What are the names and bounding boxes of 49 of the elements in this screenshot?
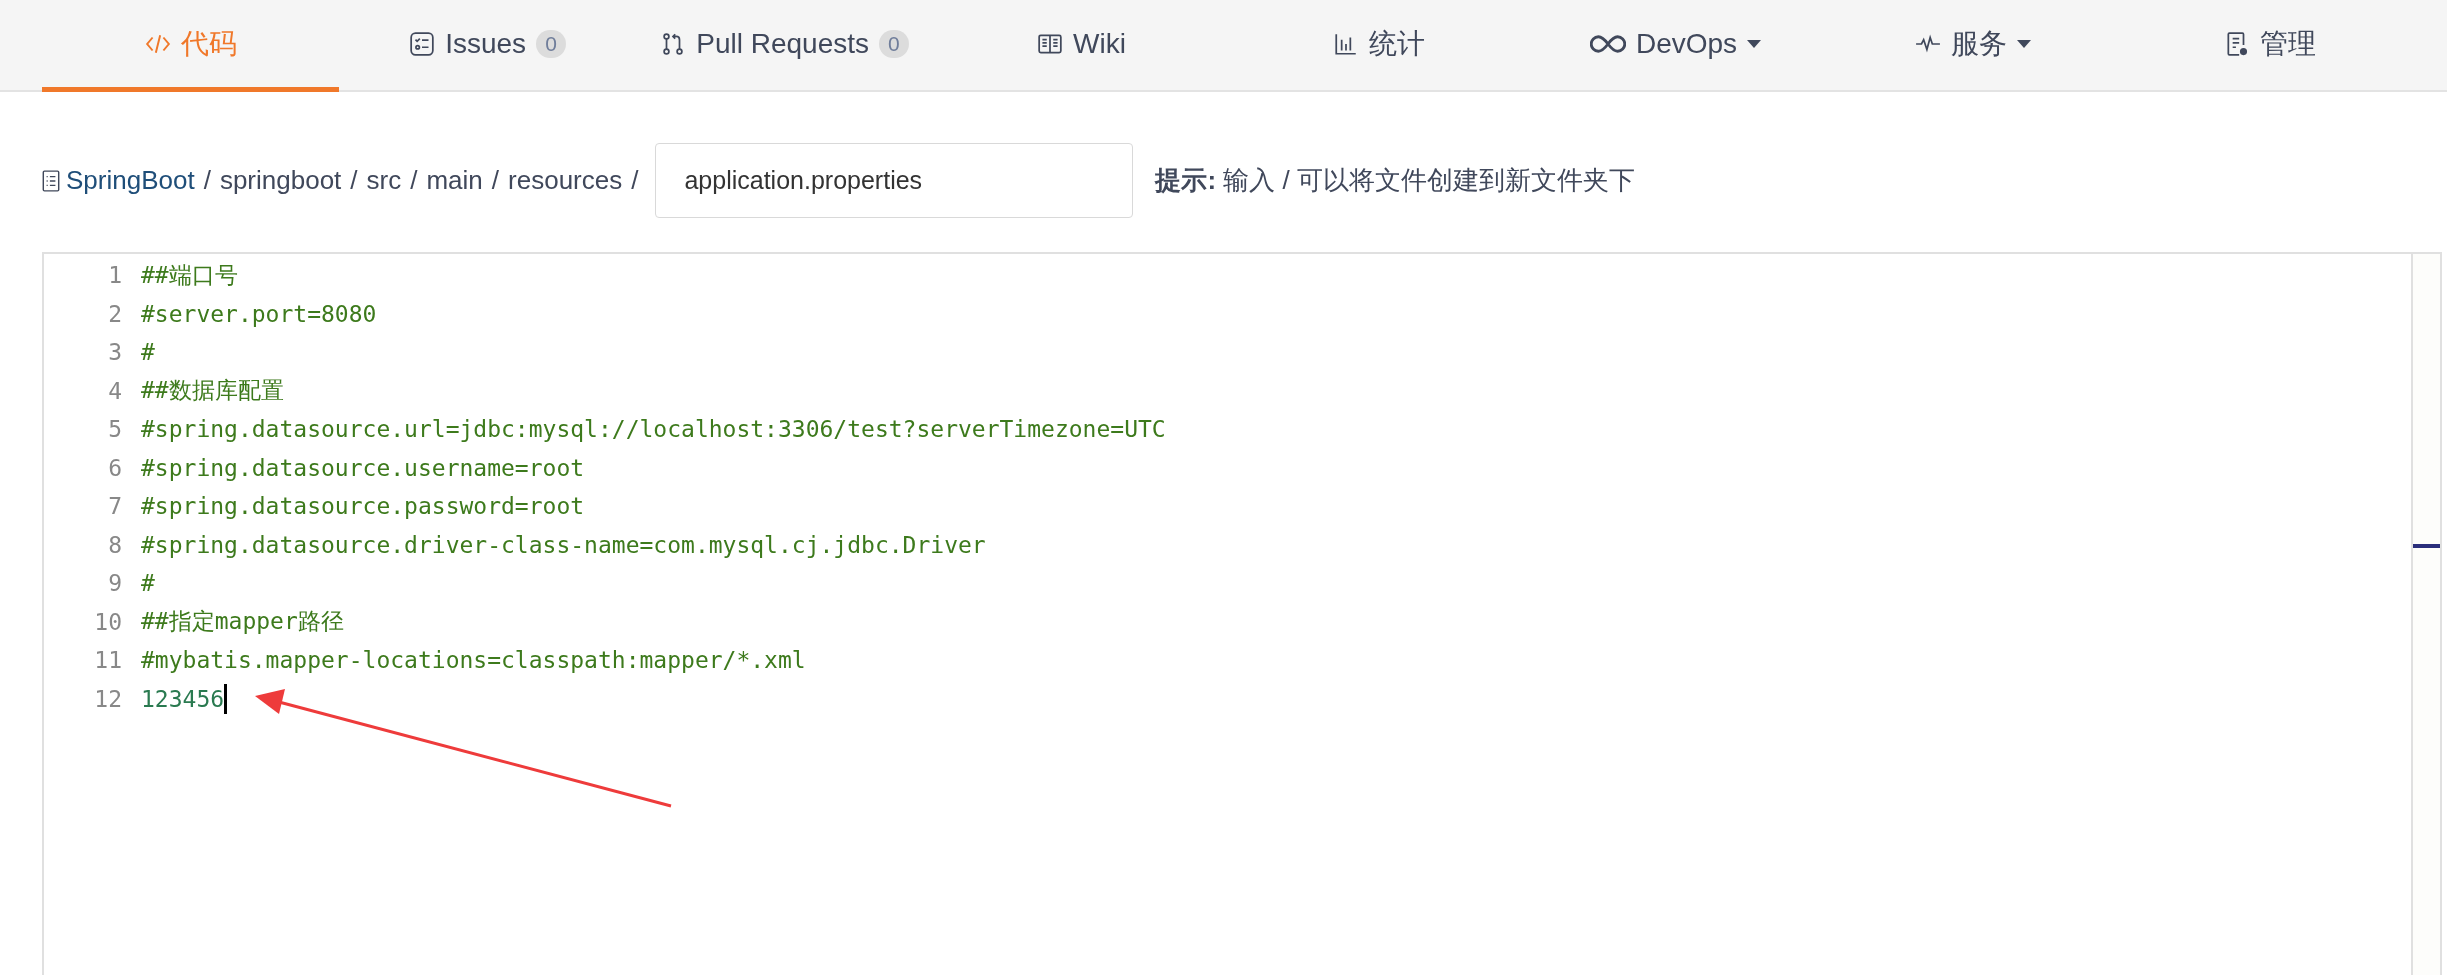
nav-tab[interactable]: 服务	[1824, 0, 2121, 92]
hint-text: 提示: 输入 / 可以将文件创建到新文件夹下	[1155, 164, 1635, 197]
nav-tab[interactable]: Issues 0	[339, 0, 636, 92]
breadcrumb-link[interactable]: src	[366, 165, 402, 196]
line-number: 2	[107, 300, 123, 327]
line-number: 1	[107, 262, 123, 289]
breadcrumb-link[interactable]: main	[426, 165, 483, 196]
infinity-icon	[1589, 32, 1626, 55]
file-name-field[interactable]: application.properties	[655, 143, 1134, 218]
cursor-marker	[2413, 544, 2440, 548]
nav-tab[interactable]: DevOps	[1527, 0, 1824, 92]
line-number: 5	[107, 416, 123, 443]
line-number: 11	[93, 647, 123, 674]
path-separator: /	[631, 165, 639, 196]
path-separator: /	[350, 165, 358, 196]
code-line: #	[141, 339, 155, 366]
line-number: 3	[107, 339, 123, 366]
code-line: #	[141, 570, 155, 597]
breadcrumb-link[interactable]: springboot	[219, 165, 342, 196]
line-number: 4	[107, 377, 123, 404]
nav-tab[interactable]: 统计	[1230, 0, 1527, 92]
count-badge: 0	[536, 29, 566, 58]
code-line: 123456	[141, 685, 225, 712]
code-line: #spring.datasource.password=root	[141, 493, 585, 520]
breadcrumb-link[interactable]: resources	[508, 165, 623, 196]
code-line: #spring.datasource.driver-class-name=com.mysql.cj.jdbc.Driver	[141, 531, 986, 558]
code-line: ##数据库配置	[141, 376, 284, 406]
line-number: 12	[93, 685, 123, 712]
file-list-icon	[42, 169, 60, 192]
code-line: #mybatis.mapper-locations=classpath:mapper/*.xml	[141, 647, 806, 674]
breadcrumb-link[interactable]: SpringBoot	[66, 165, 195, 196]
nav-tab[interactable]: 管理	[2121, 0, 2418, 92]
line-number: 6	[107, 454, 123, 481]
count-badge: 0	[879, 29, 909, 58]
path-separator: /	[410, 165, 418, 196]
code-line: #server.port=8080	[141, 300, 377, 327]
line-number: 7	[107, 493, 123, 520]
code-line: #spring.datasource.username=root	[141, 454, 585, 481]
path-separator: /	[491, 165, 500, 196]
path-separator: /	[203, 165, 211, 196]
code-line: #spring.datasource.url=jdbc:mysql://localhost:3306/test?serverTimezone=UTC	[141, 416, 1166, 443]
line-number: 8	[107, 531, 123, 558]
nav-tab[interactable]: Wiki	[933, 0, 1230, 92]
checklist-icon	[409, 30, 436, 57]
nav-tab[interactable]: Pull Requests 0	[636, 0, 933, 92]
line-number: 10	[93, 608, 123, 635]
code-line: ##端口号	[141, 260, 238, 290]
line-number: 9	[107, 570, 123, 597]
code-line: ##指定mapper路径	[141, 607, 344, 637]
